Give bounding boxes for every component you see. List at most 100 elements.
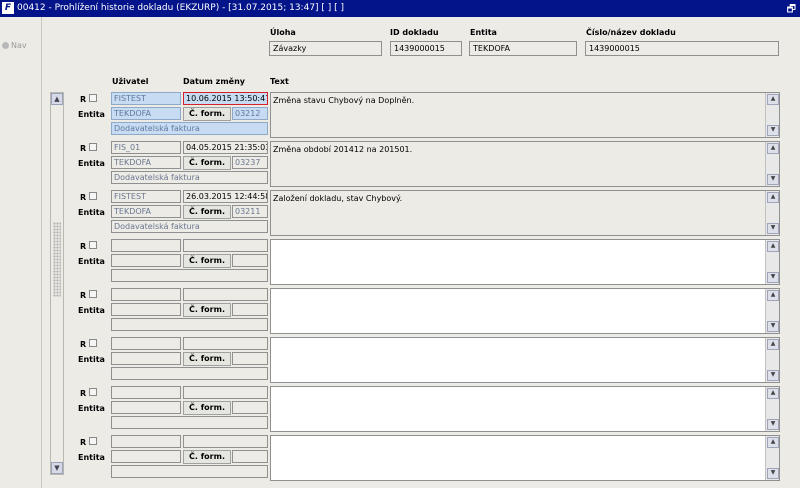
text-area[interactable]: ▲ ▼ [270, 239, 780, 285]
r-checkbox[interactable] [89, 241, 97, 249]
doc-type-field[interactable] [111, 318, 268, 331]
user-field[interactable] [111, 288, 181, 301]
cform-button[interactable]: Č. form. [183, 303, 231, 317]
text-scroll-down-icon[interactable]: ▼ [767, 223, 779, 234]
text-scroll-up-icon[interactable]: ▲ [767, 241, 779, 252]
entita-row-label: Entita [78, 404, 105, 413]
text-scroll-down-icon[interactable]: ▼ [767, 272, 779, 283]
text-scrollbar[interactable]: ▲ ▼ [765, 93, 779, 137]
cform-number-field[interactable]: 03211 [232, 205, 268, 218]
date-field[interactable]: 10.06.2015 13:50:47 [183, 92, 268, 105]
date-field[interactable] [183, 288, 268, 301]
uloha-field[interactable]: Závazky [269, 41, 382, 56]
entita-field[interactable]: TEKDOFA [469, 41, 577, 56]
date-field[interactable]: 04.05.2015 21:35:03 [183, 141, 268, 154]
date-field[interactable] [183, 435, 268, 448]
text-scroll-up-icon[interactable]: ▲ [767, 192, 779, 203]
doc-type-field[interactable] [111, 465, 268, 478]
scrollbar-grip[interactable] [53, 222, 61, 297]
date-field[interactable]: 26.03.2015 12:44:58 [183, 190, 268, 203]
r-checkbox[interactable] [89, 192, 97, 200]
entity-field[interactable] [111, 352, 181, 365]
text-scrollbar[interactable]: ▲ ▼ [765, 191, 779, 235]
text-area[interactable]: ▲ ▼ [270, 288, 780, 334]
doc-type-field[interactable]: Dodavatelská faktura [111, 171, 268, 184]
text-scrollbar[interactable]: ▲ ▼ [765, 387, 779, 431]
doc-type-field[interactable]: Dodavatelská faktura [111, 220, 268, 233]
nav-button[interactable]: Nav [2, 41, 27, 50]
text-scrollbar[interactable]: ▲ ▼ [765, 240, 779, 284]
r-checkbox[interactable] [89, 437, 97, 445]
text-scrollbar[interactable]: ▲ ▼ [765, 436, 779, 480]
cform-number-field[interactable]: 03237 [232, 156, 268, 169]
cform-number-field[interactable] [232, 254, 268, 267]
user-field[interactable] [111, 386, 181, 399]
cform-number-field[interactable] [232, 352, 268, 365]
text-scrollbar[interactable]: ▲ ▼ [765, 289, 779, 333]
entity-field[interactable] [111, 303, 181, 316]
cform-button[interactable]: Č. form. [183, 205, 231, 219]
doc-type-field[interactable]: Dodavatelská faktura [111, 122, 268, 135]
text-area[interactable]: ▲ ▼ [270, 386, 780, 432]
cform-button[interactable]: Č. form. [183, 450, 231, 464]
text-scroll-down-icon[interactable]: ▼ [767, 174, 779, 185]
col-datum-zmeny: Datum změny [183, 77, 246, 86]
user-field[interactable] [111, 337, 181, 350]
text-scroll-up-icon[interactable]: ▲ [767, 388, 779, 399]
user-field[interactable]: FIS_01 [111, 141, 181, 154]
entity-field[interactable] [111, 450, 181, 463]
cform-number-field[interactable]: 03212 [232, 107, 268, 120]
text-scrollbar[interactable]: ▲ ▼ [765, 338, 779, 382]
text-scroll-down-icon[interactable]: ▼ [767, 468, 779, 479]
entity-field[interactable]: TEKDOFA [111, 107, 181, 120]
doc-type-field[interactable] [111, 416, 268, 429]
text-scroll-up-icon[interactable]: ▲ [767, 143, 779, 154]
text-scroll-up-icon[interactable]: ▲ [767, 339, 779, 350]
entity-field[interactable]: TEKDOFA [111, 205, 181, 218]
date-field[interactable] [183, 386, 268, 399]
r-checkbox[interactable] [89, 290, 97, 298]
scroll-down-icon[interactable]: ▼ [51, 462, 63, 474]
user-field[interactable]: FISTEST [111, 190, 181, 203]
r-checkbox[interactable] [89, 339, 97, 347]
date-field[interactable] [183, 337, 268, 350]
text-scrollbar[interactable]: ▲ ▼ [765, 142, 779, 186]
app-icon: F [2, 2, 14, 14]
text-scroll-up-icon[interactable]: ▲ [767, 437, 779, 448]
r-checkbox[interactable] [89, 94, 97, 102]
cform-button[interactable]: Č. form. [183, 156, 231, 170]
cform-button[interactable]: Č. form. [183, 352, 231, 366]
cislo-dokladu-field[interactable]: 1439000015 [585, 41, 779, 56]
doc-type-field[interactable] [111, 367, 268, 380]
text-area[interactable]: Založení dokladu, stav Chybový. ▲ ▼ [270, 190, 780, 236]
text-scroll-down-icon[interactable]: ▼ [767, 125, 779, 136]
scroll-up-icon[interactable]: ▲ [51, 93, 63, 105]
entity-field[interactable] [111, 401, 181, 414]
cform-button[interactable]: Č. form. [183, 107, 231, 121]
r-checkbox[interactable] [89, 388, 97, 396]
doc-type-field[interactable] [111, 269, 268, 282]
cform-number-field[interactable] [232, 450, 268, 463]
text-scroll-down-icon[interactable]: ▼ [767, 419, 779, 430]
cform-number-field[interactable] [232, 401, 268, 414]
cform-button[interactable]: Č. form. [183, 401, 231, 415]
text-scroll-down-icon[interactable]: ▼ [767, 321, 779, 332]
user-field[interactable] [111, 239, 181, 252]
date-field[interactable] [183, 239, 268, 252]
text-scroll-up-icon[interactable]: ▲ [767, 290, 779, 301]
text-scroll-down-icon[interactable]: ▼ [767, 370, 779, 381]
cform-button[interactable]: Č. form. [183, 254, 231, 268]
text-area[interactable]: Změna stavu Chybový na Doplněn. ▲ ▼ [270, 92, 780, 138]
id-dokladu-field[interactable]: 1439000015 [390, 41, 462, 56]
user-field[interactable]: FISTEST [111, 92, 181, 105]
text-scroll-up-icon[interactable]: ▲ [767, 94, 779, 105]
user-field[interactable] [111, 435, 181, 448]
text-area[interactable]: ▲ ▼ [270, 337, 780, 383]
text-area[interactable]: Změna období 201412 na 201501. ▲ ▼ [270, 141, 780, 187]
r-checkbox[interactable] [89, 143, 97, 151]
entity-field[interactable]: TEKDOFA [111, 156, 181, 169]
text-area[interactable]: ▲ ▼ [270, 435, 780, 481]
restore-window-icon[interactable]: 🗗 [787, 2, 796, 19]
entity-field[interactable] [111, 254, 181, 267]
cform-number-field[interactable] [232, 303, 268, 316]
